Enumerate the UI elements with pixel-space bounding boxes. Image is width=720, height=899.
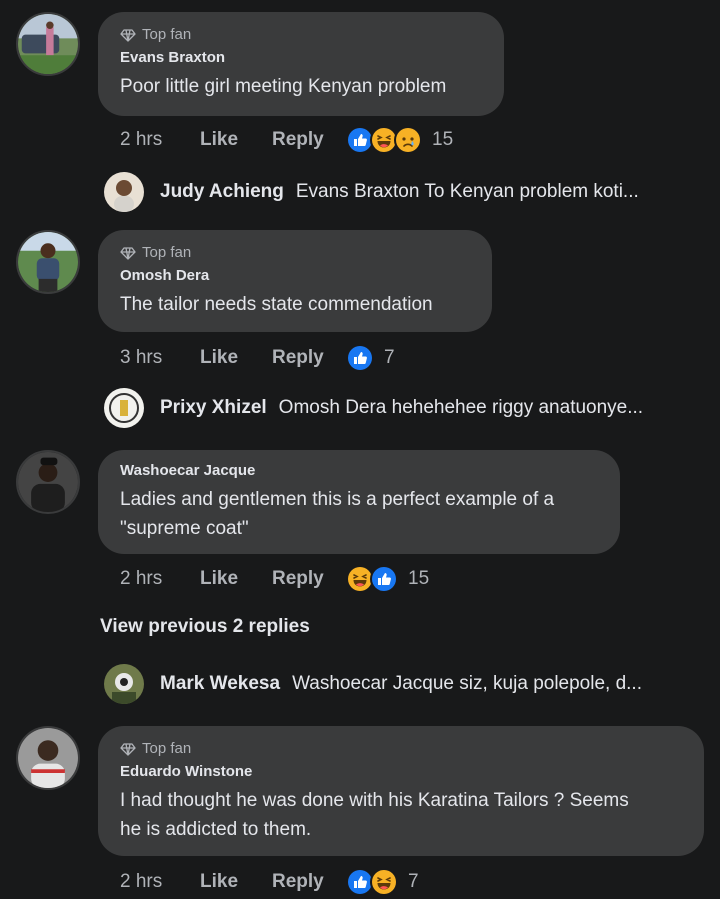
comment-text-line-1: Ladies and gentlemen this is a perfect e… [120,489,555,510]
comment-actions: 2 hrs Like Reply 15 [120,565,429,593]
reaction-count: 15 [432,129,454,150]
diamond-icon [120,741,136,757]
like-button[interactable]: Like [200,129,272,151]
comment-time[interactable]: 2 hrs [120,568,200,590]
reaction-count: 7 [408,871,419,892]
top-fan-badge: Top fan [120,244,470,261]
top-fan-badge: Top fan [120,740,682,757]
avatar[interactable] [104,664,144,704]
avatar[interactable] [16,450,80,514]
comment-bubble[interactable]: Top fan Omosh Dera The tailor needs stat… [98,230,492,332]
comment-text-line-2: "supreme coat" [120,518,249,539]
comment-actions: 2 hrs Like Reply 7 [120,868,419,896]
comment-time[interactable]: 3 hrs [120,347,200,369]
reply-button[interactable]: Reply [272,129,346,151]
avatar[interactable] [104,388,144,428]
reaction-summary[interactable]: 7 [346,868,419,896]
diamond-icon [120,245,136,261]
like-button[interactable]: Like [200,347,272,369]
reply-text: Washoecar Jacque siz, kuja polepole, d..… [292,673,642,694]
top-fan-label: Top fan [142,244,192,261]
reaction-summary[interactable]: 15 [346,565,429,593]
comment-author[interactable]: Omosh Dera [120,267,470,284]
reply-author[interactable]: Mark Wekesa [160,673,280,695]
top-fan-label: Top fan [142,26,192,43]
comment-author[interactable]: Eduardo Winstone [120,763,682,780]
diamond-icon [120,27,136,43]
reply-button[interactable]: Reply [272,871,346,893]
view-previous-replies-link[interactable]: View previous 2 replies [100,616,310,638]
comment-time[interactable]: 2 hrs [120,129,200,151]
reply-button[interactable]: Reply [272,347,346,369]
top-fan-label: Top fan [142,740,192,757]
comment-bubble[interactable]: Washoecar Jacque Ladies and gentlemen th… [98,450,620,554]
reaction-summary[interactable]: 7 [346,344,395,372]
like-icon [370,565,398,593]
like-button[interactable]: Like [200,568,272,590]
reaction-count: 15 [408,568,430,589]
comment-author[interactable]: Washoecar Jacque [120,462,598,479]
comment-actions: 2 hrs Like Reply 15 [120,126,453,154]
reply-author[interactable]: Prixy Xhizel [160,397,267,419]
top-fan-badge: Top fan [120,26,482,43]
comment-time[interactable]: 2 hrs [120,871,200,893]
reply-preview[interactable]: Prixy Xhizel Omosh Dera hehehehee riggy … [104,388,643,428]
reply-preview[interactable]: Mark Wekesa Washoecar Jacque siz, kuja p… [104,664,642,704]
like-button[interactable]: Like [200,871,272,893]
avatar[interactable] [16,726,80,790]
comment-text: The tailor needs state commendation [120,294,433,315]
reply-text: Evans Braxton To Kenyan problem koti... [295,181,639,202]
avatar[interactable] [16,12,80,76]
laugh-icon [370,868,398,896]
reply-author[interactable]: Judy Achieng [160,181,284,203]
sad-icon [394,126,422,154]
comment-bubble[interactable]: Top fan Eduardo Winstone I had thought h… [98,726,704,856]
comment-author[interactable]: Evans Braxton [120,49,482,66]
reaction-count: 7 [384,347,395,368]
reply-button[interactable]: Reply [272,568,346,590]
reply-text: Omosh Dera hehehehee riggy anatuonye... [278,397,644,418]
reply-preview[interactable]: Judy Achieng Evans Braxton To Kenyan pro… [104,172,639,212]
comment-text-line-1: I had thought he was done with his Karat… [120,790,629,811]
comment-actions: 3 hrs Like Reply 7 [120,344,395,372]
comment-text-line-2: he is addicted to them. [120,819,312,840]
reaction-summary[interactable]: 15 [346,126,453,154]
comment-bubble[interactable]: Top fan Evans Braxton Poor little girl m… [98,12,504,116]
like-icon [346,344,374,372]
comment-text: Poor little girl meeting Kenyan problem [120,76,447,97]
avatar[interactable] [16,230,80,294]
avatar[interactable] [104,172,144,212]
